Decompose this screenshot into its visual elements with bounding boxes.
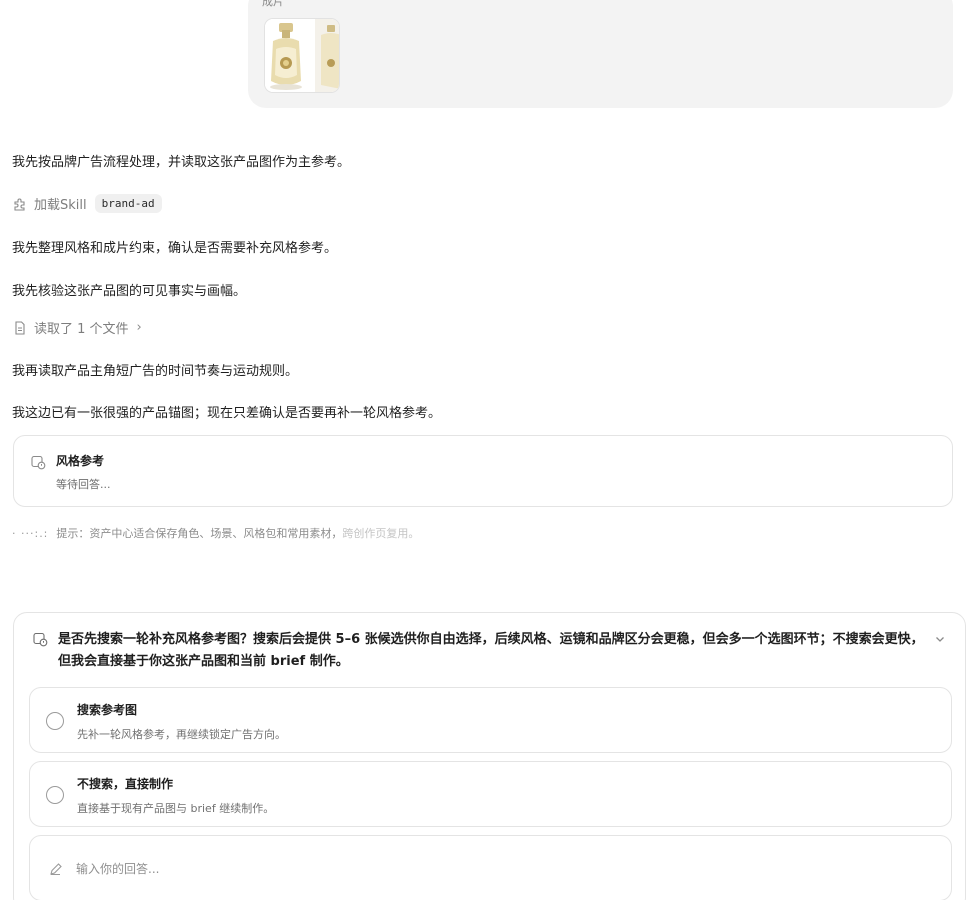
pending-card-title: 风格参考	[56, 454, 105, 468]
assistant-line-1: 我先按品牌广告流程处理，并读取这张产品图作为主参考。	[12, 155, 351, 170]
option-description: 直接基于现有产品图与 brief 继续制作。	[77, 802, 275, 815]
tip-text: 提示：资产中心适合保存角色、场景、风格包和常用素材，	[56, 527, 343, 540]
chevron-down-icon[interactable]	[933, 631, 947, 645]
skill-load-label: 加载Skill	[34, 198, 87, 213]
user-message-partial-text: 成片	[262, 0, 284, 8]
pending-question-card[interactable]: 风格参考 等待回答...	[13, 435, 953, 507]
question-card-icon	[30, 454, 46, 470]
pending-card-status: 等待回答...	[56, 478, 111, 491]
assistant-line-5: 我这边已有一张很强的产品锚图；现在只差确认是否要再补一轮风格参考。	[12, 406, 442, 421]
pencil-icon	[48, 861, 64, 877]
option-title: 搜索参考图	[77, 703, 138, 717]
answer-box[interactable]	[29, 835, 952, 900]
file-icon	[12, 320, 28, 336]
puzzle-icon	[12, 196, 28, 212]
option-title: 不搜索，直接制作	[77, 777, 174, 791]
radio-no-search[interactable]	[46, 786, 64, 804]
tip-text-faint: 跨创作页复用。	[342, 527, 420, 540]
question-panel: 是否先搜索一轮补充风格参考图？搜索后会提供 5–6 张候选供你自由选择，后续风格…	[13, 612, 966, 900]
file-read-label: 读取了 1 个文件	[34, 322, 129, 337]
perfume-image-icon	[265, 19, 339, 92]
question-text: 是否先搜索一轮补充风格参考图？搜索后会提供 5–6 张候选供你自由选择，后续风格…	[58, 632, 924, 669]
assistant-line-4: 我再读取产品主角短广告的时间节奏与运动规则。	[12, 364, 299, 379]
answer-input[interactable]	[76, 854, 926, 884]
product-image-thumbnail[interactable]	[264, 18, 340, 93]
file-read-toggle[interactable]: 读取了 1 个文件 ›	[12, 318, 142, 337]
option-no-search[interactable]: 不搜索，直接制作 直接基于现有产品图与 brief 继续制作。	[29, 761, 952, 827]
assistant-line-2: 我先整理风格和成片约束，确认是否需要补充风格参考。	[12, 241, 338, 256]
option-search-reference[interactable]: 搜索参考图 先补一轮风格参考，再继续锁定广告方向。	[29, 687, 952, 753]
loading-dots: · ···:.:	[12, 527, 49, 540]
question-icon	[32, 631, 48, 647]
user-message-bubble	[248, 0, 953, 108]
option-description: 先补一轮风格参考，再继续锁定广告方向。	[77, 728, 286, 741]
chevron-right-icon: ›	[136, 320, 142, 335]
assistant-line-3: 我先核验这张产品图的可见事实与画幅。	[12, 284, 247, 299]
tip-line: · ···:.: 提示：资产中心适合保存角色、场景、风格包和常用素材，跨创作页复用…	[12, 525, 419, 541]
skill-tag: brand-ad	[94, 194, 162, 213]
skill-load-row: 加载Skill brand-ad	[12, 194, 162, 213]
radio-search-reference[interactable]	[46, 712, 64, 730]
